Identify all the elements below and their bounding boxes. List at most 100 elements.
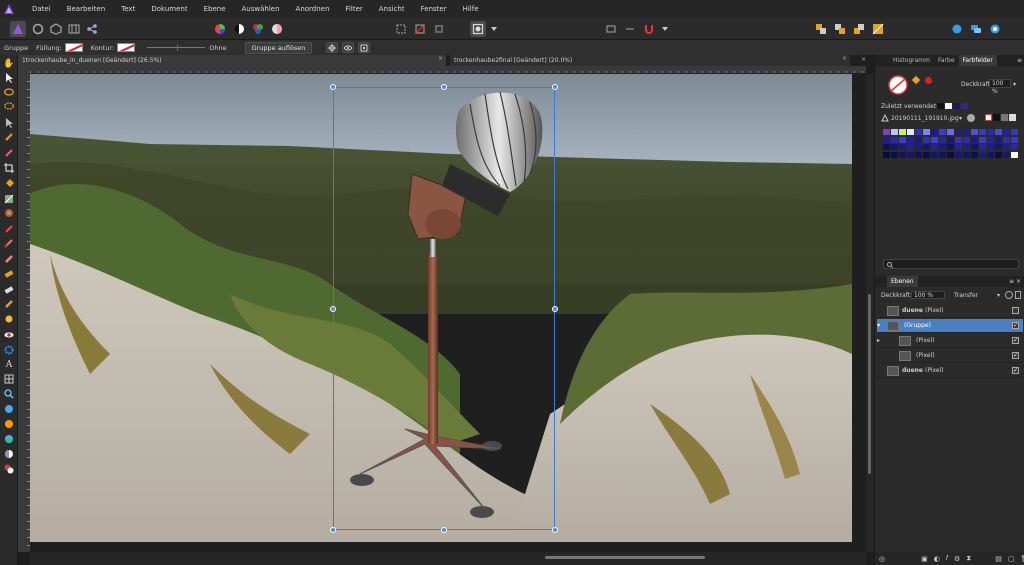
bw-icon[interactable] bbox=[231, 21, 247, 37]
trash-icon[interactable]: 🗑 bbox=[1020, 555, 1024, 563]
palette-swatch[interactable] bbox=[923, 144, 930, 150]
palette-swatch[interactable] bbox=[995, 136, 1002, 143]
close-icon[interactable]: × bbox=[438, 55, 443, 62]
selection-handle[interactable] bbox=[330, 527, 336, 533]
layer-visibility-checkbox[interactable]: ✓ bbox=[1012, 322, 1019, 329]
color-picker-icon[interactable] bbox=[3, 207, 15, 219]
palette-swatch[interactable] bbox=[939, 144, 946, 150]
collapse-icon[interactable]: ▾ bbox=[877, 322, 887, 329]
pixel-persona-icon[interactable] bbox=[30, 21, 46, 37]
palette-swatch[interactable] bbox=[971, 144, 978, 150]
layer-row[interactable]: (Pixel) ✓ bbox=[877, 349, 1023, 363]
palette-swatch[interactable] bbox=[883, 136, 890, 143]
menu-item-datei[interactable]: Datei bbox=[26, 5, 59, 13]
layer-visibility-checkbox[interactable]: ✓ bbox=[1012, 337, 1019, 344]
palette-swatch[interactable] bbox=[883, 151, 890, 158]
palette-swatch[interactable] bbox=[931, 151, 938, 158]
transform-origin-icon[interactable] bbox=[326, 42, 339, 53]
node-tool-icon[interactable] bbox=[3, 117, 15, 129]
tone-mapping-icon[interactable] bbox=[66, 21, 82, 37]
palette-swatch[interactable] bbox=[955, 129, 962, 135]
fill-stroke-none-icon[interactable] bbox=[887, 74, 911, 96]
pen-tool-icon[interactable] bbox=[3, 131, 15, 143]
palette-swatch[interactable] bbox=[955, 151, 962, 158]
menu-item-text[interactable]: Text bbox=[113, 5, 143, 13]
tab-histogramm[interactable]: Histogramm bbox=[889, 55, 934, 66]
palette-swatch[interactable] bbox=[907, 129, 914, 135]
settings-icon[interactable] bbox=[1005, 291, 1013, 299]
blend-mode-select[interactable]: Transfer bbox=[954, 292, 978, 299]
layer-visibility-checkbox[interactable] bbox=[1012, 307, 1019, 314]
selection-handle[interactable] bbox=[552, 84, 558, 90]
layer-row[interactable]: ▾ (Gruppe) ✓ bbox=[877, 319, 1023, 333]
color-wheel-icon[interactable] bbox=[212, 21, 228, 37]
palette-swatch[interactable] bbox=[995, 129, 1002, 135]
arrange-back-icon[interactable] bbox=[813, 21, 829, 37]
palette-swatch[interactable] bbox=[891, 151, 898, 158]
palette-swatch[interactable] bbox=[971, 151, 978, 158]
palette-swatch[interactable] bbox=[963, 136, 970, 143]
no-selection-icon[interactable] bbox=[412, 21, 428, 37]
add-layer-icon[interactable]: ▢ bbox=[1008, 555, 1015, 563]
context-help-icon[interactable] bbox=[987, 21, 1003, 37]
palette-swatch[interactable] bbox=[987, 129, 994, 135]
palette-swatch[interactable] bbox=[939, 136, 946, 143]
selection-handle[interactable] bbox=[330, 84, 336, 90]
palette-swatch[interactable] bbox=[939, 129, 946, 135]
menu-item-dokument[interactable]: Dokument bbox=[143, 5, 195, 13]
palette-swatch[interactable] bbox=[995, 144, 1002, 150]
tab-farbfelder[interactable]: Farbfelder bbox=[958, 55, 997, 66]
fill-swatch[interactable] bbox=[64, 43, 83, 52]
chevron-down-icon[interactable]: ▾ bbox=[997, 292, 1000, 299]
palette-swatch[interactable] bbox=[899, 136, 906, 143]
snapping-icon[interactable] bbox=[603, 21, 619, 37]
palette-swatch[interactable] bbox=[971, 129, 978, 135]
hsl-icon[interactable] bbox=[250, 21, 266, 37]
layer-opacity-field[interactable]: 100 % bbox=[911, 291, 945, 299]
palette-swatch[interactable] bbox=[891, 129, 898, 135]
palette-name[interactable]: 20190111_191910.jpg bbox=[891, 115, 959, 122]
flood-select-icon[interactable] bbox=[3, 284, 15, 296]
recent-swatch[interactable] bbox=[945, 103, 952, 109]
palette-swatch[interactable] bbox=[947, 129, 954, 135]
ungroup-button[interactable]: Gruppe auflösen bbox=[244, 41, 313, 54]
palette-swatch[interactable] bbox=[931, 144, 938, 150]
palette-swatch[interactable] bbox=[987, 144, 994, 150]
arrange-forward-icon[interactable] bbox=[851, 21, 867, 37]
layer-visibility-icon[interactable]: ◎ bbox=[879, 555, 885, 563]
black-swatch[interactable] bbox=[993, 114, 1000, 121]
palette-swatch[interactable] bbox=[1011, 136, 1018, 143]
palette-swatch[interactable] bbox=[915, 129, 922, 135]
move-tool-icon[interactable] bbox=[3, 72, 15, 84]
hand-icon[interactable]: ✋ bbox=[3, 58, 15, 70]
palette-swatch[interactable] bbox=[907, 151, 914, 158]
chevron-down-icon[interactable] bbox=[486, 21, 502, 37]
recent-swatch[interactable] bbox=[953, 103, 960, 109]
designer-persona-icon[interactable] bbox=[10, 21, 26, 37]
palette-swatch[interactable] bbox=[1011, 144, 1018, 150]
palette-swatch[interactable] bbox=[907, 144, 914, 150]
palette-swatch[interactable] bbox=[899, 129, 906, 135]
palette-swatch[interactable] bbox=[931, 136, 938, 143]
mask-icon[interactable]: ▣ bbox=[921, 555, 928, 563]
palette-swatch[interactable] bbox=[979, 129, 986, 135]
share-icon[interactable] bbox=[84, 21, 100, 37]
dodge-tool-icon[interactable] bbox=[3, 298, 15, 310]
foreground-color-icon[interactable] bbox=[3, 448, 15, 460]
tab-document-2[interactable]: trockenhaube2final [Geändert] (20.0%) × bbox=[450, 55, 850, 66]
snapping-option-icon[interactable] bbox=[622, 21, 638, 37]
palette-swatch[interactable] bbox=[1011, 151, 1018, 158]
text-tool-icon[interactable]: A bbox=[3, 359, 15, 371]
expand-icon[interactable]: ▸ bbox=[877, 337, 899, 344]
chevron-down-icon[interactable]: ▾ bbox=[959, 115, 962, 122]
palette-swatch[interactable] bbox=[915, 136, 922, 143]
canvas[interactable] bbox=[30, 74, 866, 552]
export-persona-icon[interactable] bbox=[48, 21, 64, 37]
scrollbar-thumb[interactable] bbox=[545, 556, 705, 559]
palette-swatch[interactable] bbox=[883, 129, 890, 135]
palette-swatch[interactable] bbox=[915, 144, 922, 150]
recent-swatch[interactable] bbox=[961, 103, 968, 109]
palette-swatch[interactable] bbox=[987, 136, 994, 143]
menu-item-hilfe[interactable]: Hilfe bbox=[455, 5, 487, 13]
layer-row[interactable]: duene (Pixel) bbox=[877, 304, 1023, 318]
